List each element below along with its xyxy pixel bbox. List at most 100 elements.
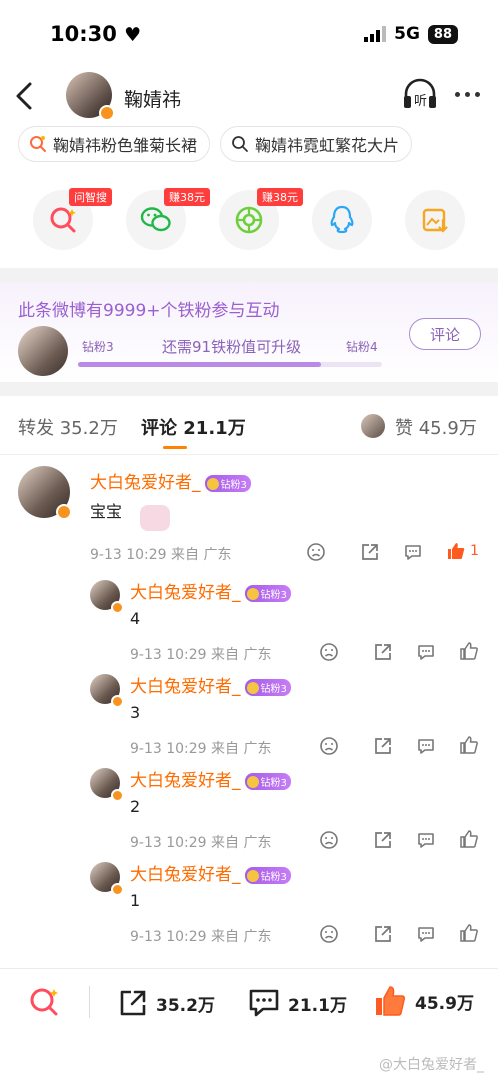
verified-badge-icon — [111, 789, 124, 802]
level-current: 钻粉3 — [82, 340, 114, 354]
signal-icon — [364, 26, 387, 42]
bottom-like-count: 45.9万 — [415, 993, 474, 1014]
share-icon — [362, 544, 378, 560]
comment-header: 大白兔爱好者_ 钻粉3 — [90, 468, 251, 493]
bottom-like-button[interactable]: 45.9万 — [373, 984, 474, 1018]
moments-icon — [235, 206, 263, 234]
reply-username[interactable]: 大白兔爱好者_ — [130, 583, 241, 603]
fan-level-label: 钻粉3 — [260, 684, 287, 695]
reply-avatar[interactable] — [90, 674, 124, 708]
fan-level-label: 钻粉3 — [260, 778, 287, 789]
search-chip-label: 鞠婧祎粉色雏菊长裙 — [53, 136, 198, 155]
fan-level-badge: 钻粉3 — [244, 773, 291, 790]
like-button[interactable] — [459, 641, 479, 661]
level-progress-text: 还需91铁粉值可升级 — [162, 338, 302, 356]
reply-text: 2 — [130, 797, 141, 816]
save-image-icon — [422, 208, 448, 233]
like-button[interactable]: 1 — [446, 541, 479, 561]
reply-button[interactable] — [416, 642, 436, 662]
qq-icon — [330, 205, 354, 234]
repost-comment-button[interactable] — [373, 736, 393, 756]
dislike-button[interactable] — [319, 642, 339, 662]
verified-badge-icon — [111, 695, 124, 708]
reply-button[interactable] — [416, 924, 436, 944]
fan-crown-icon — [206, 477, 219, 490]
comment-icon — [405, 545, 421, 560]
status-time: 10:30 ♥ — [50, 22, 141, 46]
share-wechat[interactable]: 赚38元 — [126, 188, 210, 250]
share-moments[interactable]: 赚38元 — [219, 188, 303, 250]
search-chip[interactable]: 鞠婧祎霓虹繁花大片 — [220, 126, 413, 162]
dislike-button[interactable] — [319, 924, 339, 944]
reply-avatar[interactable] — [90, 862, 124, 896]
comment-meta: 9-13 10:29 来自 广东 — [90, 547, 232, 563]
comment-text-body: 宝宝 — [90, 502, 123, 521]
reply-button[interactable] — [416, 736, 436, 756]
author-avatar[interactable] — [66, 72, 115, 121]
thumbs-up-icon — [460, 736, 478, 754]
reply-header: 大白兔爱好者_ 钻粉3 — [130, 672, 291, 697]
comment-icon — [418, 645, 434, 660]
reply-button[interactable] — [416, 830, 436, 850]
repost-comment-button[interactable] — [360, 542, 380, 562]
reply-username[interactable]: 大白兔爱好者_ — [130, 771, 241, 791]
reply-username[interactable]: 大白兔爱好者_ — [130, 865, 241, 885]
like-button[interactable] — [459, 923, 479, 943]
tab-repost-count: 35.2万 — [59, 418, 118, 439]
bottom-repost-button[interactable]: 35.2万 — [118, 988, 215, 1018]
thumbs-up-icon — [460, 924, 478, 942]
repost-comment-button[interactable] — [373, 642, 393, 662]
unhappy-face-icon — [320, 737, 338, 755]
verified-badge-icon — [111, 883, 124, 896]
author-name[interactable]: 鞠婧祎 — [124, 85, 181, 112]
section-divider — [0, 268, 498, 282]
comment-username[interactable]: 大白兔爱好者_ — [90, 473, 201, 493]
reply-username[interactable]: 大白兔爱好者_ — [130, 677, 241, 697]
bottom-comment-button[interactable]: 21.1万 — [248, 988, 347, 1018]
divider — [89, 986, 90, 1018]
fan-level-badge: 钻粉3 — [244, 867, 291, 884]
dislike-button[interactable] — [319, 830, 339, 850]
chevron-left-icon — [16, 82, 32, 110]
fans-comment-button[interactable]: 评论 — [409, 318, 481, 350]
comment-icon — [249, 989, 279, 1017]
more-button[interactable] — [455, 92, 480, 97]
comment-avatar[interactable] — [18, 466, 72, 520]
reply-avatar[interactable] — [90, 580, 124, 614]
fans-card-title: 此条微博有9999+个铁粉参与互动 — [18, 301, 280, 321]
share-row: 问智搜 赚38元 赚38元 — [0, 188, 498, 258]
section-divider — [0, 382, 498, 396]
fan-level-badge: 钻粉3 — [244, 679, 291, 696]
watermark: @大白兔爱好者_ — [379, 1057, 484, 1073]
comment-icon — [418, 833, 434, 848]
listen-button[interactable]: 听 — [402, 78, 438, 114]
dislike-button[interactable] — [306, 542, 326, 562]
reply-header: 大白兔爱好者_ 钻粉3 — [130, 860, 291, 885]
fan-level-badge: 钻粉3 — [244, 585, 291, 602]
like-button[interactable] — [459, 829, 479, 849]
thumbs-up-icon — [460, 642, 478, 660]
fan-level-label: 钻粉3 — [260, 872, 287, 883]
fan-level-badge: 钻粉3 — [204, 475, 251, 492]
back-button[interactable] — [12, 80, 36, 116]
search-chip[interactable]: 鞠婧祎粉色雏菊长裙 — [18, 126, 211, 162]
unhappy-face-icon — [320, 831, 338, 849]
time-text: 10:30 — [50, 22, 117, 46]
tab-comment[interactable]: 评论 21.1万 — [141, 414, 246, 440]
smart-search-button[interactable] — [28, 986, 60, 1018]
unhappy-face-icon — [320, 643, 338, 661]
repost-comment-button[interactable] — [373, 830, 393, 850]
share-qq[interactable] — [312, 190, 372, 250]
dislike-button[interactable] — [319, 736, 339, 756]
tab-like[interactable]: 赞 45.9万 — [395, 414, 477, 440]
share-smart-search[interactable]: 问智搜 — [33, 188, 112, 250]
reply-button[interactable] — [403, 542, 423, 562]
share-save-image[interactable] — [405, 190, 465, 250]
repost-comment-button[interactable] — [373, 924, 393, 944]
network-type: 5G — [394, 24, 420, 44]
verified-badge-icon — [111, 601, 124, 614]
like-button[interactable] — [459, 735, 479, 755]
tab-repost[interactable]: 转发 35.2万 — [18, 414, 118, 440]
level-progress-fill — [78, 362, 322, 367]
reply-avatar[interactable] — [90, 768, 124, 802]
